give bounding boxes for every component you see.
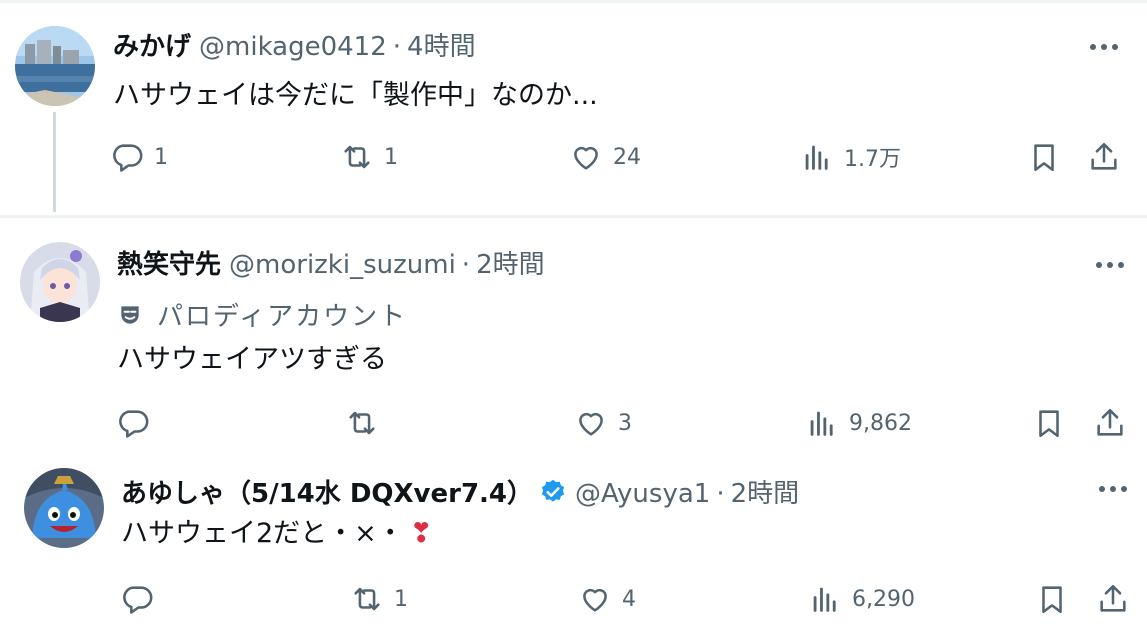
thread-connector bbox=[53, 112, 56, 212]
like-icon bbox=[583, 588, 607, 612]
bookmark-icon bbox=[1042, 586, 1062, 614]
avatar-image bbox=[15, 26, 95, 106]
tweet-text-body: ハサウェイ2だと・×・ bbox=[121, 518, 404, 549]
display-name[interactable]: あゆしゃ（5/14水 DQXver7.4） bbox=[121, 477, 533, 511]
more-icon bbox=[1090, 44, 1118, 50]
share-button[interactable] bbox=[1087, 140, 1121, 178]
user-handle[interactable]: @mikage0412 bbox=[199, 30, 387, 64]
views-button[interactable]: 1.7万 bbox=[800, 140, 901, 174]
more-button[interactable] bbox=[1093, 474, 1133, 504]
reply-button[interactable] bbox=[116, 406, 160, 440]
retweet-count: 1 bbox=[384, 144, 398, 170]
avatar[interactable] bbox=[15, 26, 95, 106]
display-name[interactable]: みかげ bbox=[113, 30, 191, 64]
retweet-icon bbox=[349, 411, 375, 435]
views-count: 1.7万 bbox=[844, 147, 901, 172]
share-icon bbox=[1091, 142, 1117, 170]
share-button[interactable] bbox=[1096, 582, 1130, 620]
tweet-header: 熱笑守先 @morizki_suzumi · 2時間 bbox=[117, 248, 545, 282]
reply-count: 1 bbox=[154, 144, 168, 170]
retweet-count: 1 bbox=[394, 586, 408, 612]
more-icon bbox=[1096, 262, 1124, 268]
like-icon bbox=[574, 146, 598, 170]
bookmark-button[interactable] bbox=[1035, 582, 1069, 620]
separator-dot: · bbox=[392, 32, 402, 62]
reply-button[interactable]: 1 bbox=[110, 140, 168, 174]
tweet-text: ハサウェイアツすぎる bbox=[117, 344, 387, 375]
avatar-image bbox=[20, 242, 100, 322]
more-icon bbox=[1099, 486, 1127, 492]
tweet-text: ハサウェイ2だと・×・ ❣ bbox=[121, 516, 432, 552]
more-button[interactable] bbox=[1090, 250, 1130, 280]
bookmark-icon bbox=[1034, 144, 1054, 172]
views-button[interactable]: 9,862 bbox=[805, 406, 912, 440]
avatar[interactable] bbox=[20, 242, 100, 322]
display-name[interactable]: 熱笑守先 bbox=[117, 248, 221, 282]
heart-exclamation-emoji: ❣ bbox=[409, 518, 433, 549]
parody-mask-icon bbox=[121, 305, 139, 324]
user-handle[interactable]: @morizki_suzumi bbox=[229, 248, 456, 282]
views-icon bbox=[810, 411, 833, 436]
tweet-header: みかげ @mikage0412 · 4時間 bbox=[113, 30, 476, 64]
retweet-button[interactable]: 1 bbox=[340, 140, 398, 174]
parody-label: パロディアカウント bbox=[117, 296, 407, 333]
tweet-2[interactable]: 熱笑守先 @morizki_suzumi · 2時間 パロディアカウント ハサウ… bbox=[0, 218, 1147, 458]
like-count: 4 bbox=[622, 586, 636, 612]
views-count: 9,862 bbox=[849, 410, 912, 436]
views-icon bbox=[805, 145, 828, 170]
share-button[interactable] bbox=[1093, 406, 1127, 444]
more-button[interactable] bbox=[1084, 32, 1124, 62]
tweet-3[interactable]: あゆしゃ（5/14水 DQXver7.4） @Ayusya1 · 2時間 ハサウ… bbox=[0, 458, 1147, 633]
tweet-header: あゆしゃ（5/14水 DQXver7.4） @Ayusya1 · 2時間 bbox=[121, 474, 799, 511]
parody-label-text: パロディアカウント bbox=[157, 302, 408, 332]
retweet-button[interactable] bbox=[345, 406, 389, 440]
like-button[interactable]: 24 bbox=[569, 140, 641, 174]
share-icon bbox=[1097, 408, 1123, 436]
user-handle[interactable]: @Ayusya1 bbox=[575, 477, 710, 511]
tweet-text: ハサウェイは今だに「製作中」なのか... bbox=[113, 80, 598, 111]
views-count: 6,290 bbox=[852, 586, 915, 612]
avatar[interactable] bbox=[24, 468, 104, 548]
reply-icon bbox=[119, 410, 149, 438]
bookmark-button[interactable] bbox=[1032, 406, 1066, 444]
bookmark-button[interactable] bbox=[1027, 140, 1061, 178]
separator-dot: · bbox=[716, 479, 725, 509]
like-button[interactable]: 4 bbox=[578, 582, 636, 616]
retweet-icon bbox=[344, 145, 370, 169]
timestamp[interactable]: 2時間 bbox=[731, 477, 800, 511]
like-button[interactable]: 3 bbox=[574, 406, 632, 440]
views-icon bbox=[813, 587, 836, 612]
like-count: 24 bbox=[613, 144, 641, 170]
bookmark-icon bbox=[1039, 410, 1059, 438]
separator-dot: · bbox=[461, 250, 471, 280]
views-button[interactable]: 6,290 bbox=[808, 582, 915, 616]
retweet-button[interactable]: 1 bbox=[350, 582, 408, 616]
like-count: 3 bbox=[618, 410, 632, 436]
retweet-icon bbox=[354, 587, 380, 611]
verified-badge-icon[interactable] bbox=[539, 478, 567, 506]
reply-button[interactable] bbox=[120, 582, 164, 616]
tweet-1[interactable]: みかげ @mikage0412 · 4時間 ハサウェイは今だに「製作中」なのか.… bbox=[0, 0, 1147, 215]
avatar-image bbox=[24, 468, 104, 548]
reply-icon bbox=[123, 586, 153, 614]
share-icon bbox=[1100, 584, 1126, 612]
like-icon bbox=[579, 412, 603, 436]
timestamp[interactable]: 4時間 bbox=[407, 30, 476, 64]
timestamp[interactable]: 2時間 bbox=[476, 248, 545, 282]
reply-icon bbox=[113, 144, 143, 172]
